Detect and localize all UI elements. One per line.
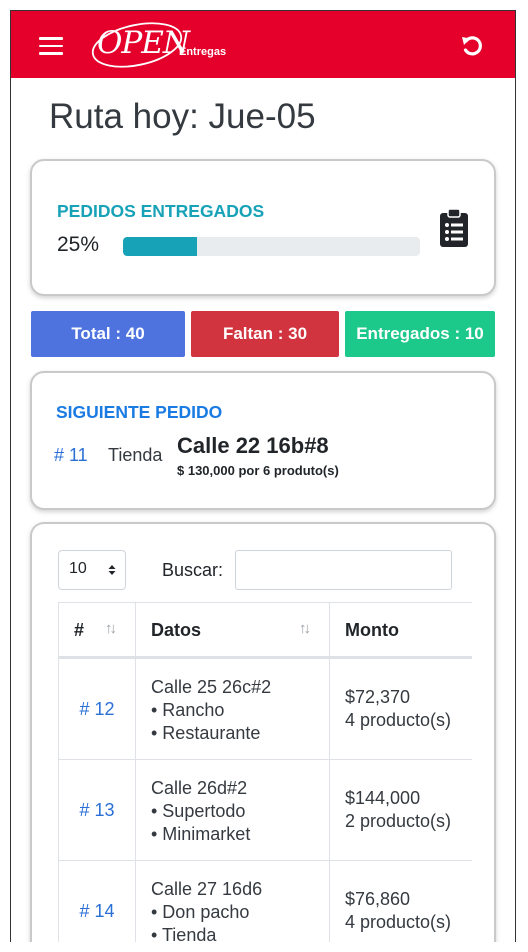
order-client: • Supertodo xyxy=(151,801,246,821)
table-row[interactable]: # 14 Calle 27 16d6 • Don pacho • Tienda … xyxy=(58,861,472,942)
next-order-card: SIGUIENTE PEDIDO # 11 Tienda Calle 22 16… xyxy=(30,371,496,510)
total-counter-button[interactable]: Total : 40 xyxy=(31,311,185,357)
order-address: Calle 27 16d6 xyxy=(151,879,263,899)
clipboard-list-icon xyxy=(438,208,470,248)
hamburger-menu-icon[interactable] xyxy=(39,37,63,55)
next-order-label: SIGUIENTE PEDIDO xyxy=(56,402,223,422)
table-header: # ↑↓ Datos ↑↓ Monto xyxy=(58,602,472,659)
order-amount: $76,860 xyxy=(345,889,411,909)
order-client: • Don pacho xyxy=(151,902,250,922)
order-monto-cell: $76,860 4 producto(s) xyxy=(329,861,472,942)
progress-label: PEDIDOS ENTREGADOS xyxy=(57,201,265,221)
sort-icon: ↑↓ xyxy=(105,620,117,637)
order-business-type: • Tienda xyxy=(151,925,217,942)
order-address: Calle 25 26c#2 xyxy=(151,677,272,697)
order-product-count: 4 producto(s) xyxy=(345,710,452,730)
brand-logo[interactable]: OPEN Entregas xyxy=(89,19,229,71)
order-number-link[interactable]: # 12 xyxy=(58,659,135,759)
order-number-link[interactable]: # 14 xyxy=(58,861,135,942)
progress-percent: 25% xyxy=(57,233,100,256)
logo-subtext: Entregas xyxy=(179,46,227,58)
order-monto-cell: $72,370 4 producto(s) xyxy=(329,659,472,759)
table-row[interactable]: # 12 Calle 25 26c#2 • Rancho • Restauran… xyxy=(58,659,472,760)
pending-counter-button[interactable]: Faltan : 30 xyxy=(191,311,339,357)
next-order-summary: $ 130,000 por 6 produto(s) xyxy=(177,463,339,478)
order-address: Calle 26d#2 xyxy=(151,778,248,798)
order-datos-cell: Calle 26d#2 • Supertodo • Minimarket xyxy=(135,760,329,860)
column-header-monto[interactable]: Monto xyxy=(329,603,472,657)
column-label: # xyxy=(74,619,85,640)
page-length-value: 10 xyxy=(69,560,87,577)
delivered-counter-button[interactable]: Entregados : 10 xyxy=(345,311,495,357)
top-navbar: OPEN Entregas xyxy=(11,11,515,78)
column-label: Monto xyxy=(345,619,399,640)
order-datos-cell: Calle 27 16d6 • Don pacho • Tienda xyxy=(135,861,329,942)
next-order-number-link[interactable]: # 11 xyxy=(54,445,88,466)
page-title: Ruta hoy: Jue-05 xyxy=(49,97,316,136)
order-product-count: 2 producto(s) xyxy=(345,811,452,831)
orders-table-card: 10 Buscar: # ↑↓ Datos ↑↓ Monto # 12 Call… xyxy=(30,522,496,942)
logo-text: OPEN xyxy=(97,25,190,61)
order-number-link[interactable]: # 13 xyxy=(58,760,135,860)
order-business-type: • Restaurante xyxy=(151,723,261,743)
select-arrows-icon xyxy=(108,565,116,575)
column-header-number[interactable]: # ↑↓ xyxy=(58,603,135,657)
order-datos-cell: Calle 25 26c#2 • Rancho • Restaurante xyxy=(135,659,329,759)
sort-icon: ↑↓ xyxy=(299,620,311,637)
refresh-icon[interactable] xyxy=(459,33,485,59)
orders-table: # ↑↓ Datos ↑↓ Monto # 12 Calle 25 26c#2 … xyxy=(58,602,472,942)
search-input[interactable] xyxy=(235,550,452,590)
order-amount: $144,000 xyxy=(345,788,421,808)
progress-bar xyxy=(123,237,420,256)
progress-bar-fill xyxy=(123,237,198,256)
column-label: Datos xyxy=(151,619,202,640)
column-header-datos[interactable]: Datos ↑↓ xyxy=(135,603,329,657)
table-row[interactable]: # 13 Calle 26d#2 • Supertodo • Minimarke… xyxy=(58,760,472,861)
delivered-progress-card: PEDIDOS ENTREGADOS 25% xyxy=(30,159,496,296)
app-frame: OPEN Entregas Ruta hoy: Jue-05 PEDIDOS E… xyxy=(10,10,516,942)
next-order-type: Tienda xyxy=(108,445,163,465)
order-monto-cell: $144,000 2 producto(s) xyxy=(329,760,472,860)
order-amount: $72,370 xyxy=(345,687,411,707)
search-label: Buscar: xyxy=(162,560,224,580)
order-product-count: 4 producto(s) xyxy=(345,912,452,932)
next-order-address: Calle 22 16b#8 xyxy=(177,433,329,458)
order-business-type: • Minimarket xyxy=(151,824,251,844)
order-client: • Rancho xyxy=(151,700,225,720)
page-length-select[interactable]: 10 xyxy=(58,550,126,590)
